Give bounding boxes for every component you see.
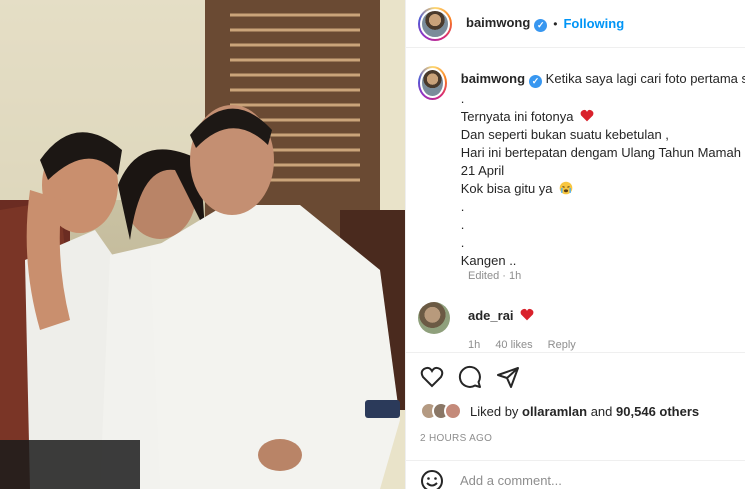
likes-prefix: Liked by <box>470 403 519 419</box>
like-button[interactable] <box>420 366 444 388</box>
post-details-panel: baimwong ✓ • Following baimwong ✓ Ketika s… <box>405 0 745 489</box>
post-photo-art <box>0 0 405 489</box>
following-button[interactable]: Following <box>563 16 624 31</box>
share-button[interactable] <box>496 365 520 389</box>
author-username-text[interactable]: baimwong <box>466 15 530 30</box>
verified-badge-icon: ✓ <box>534 19 548 32</box>
verified-badge-icon: ✓ <box>529 75 543 88</box>
caption-line: 21 April <box>460 163 505 178</box>
post-header: baimwong ✓ • Following <box>406 0 745 48</box>
post-caption: baimwong ✓ Ketika saya lagi cari foto per… <box>418 66 745 270</box>
likes-summary: Liked by ollaramlan and 90,546 others <box>420 402 699 420</box>
caption-first-line: Ketika saya lagi cari foto pertama s <box>545 71 745 86</box>
caption-line: . <box>460 235 465 250</box>
red-heart-emoji <box>580 109 594 122</box>
add-comment-bar: Add a comment... <box>406 460 745 489</box>
commenter-username[interactable]: ade_rai <box>468 308 514 323</box>
comment-time: 1h <box>468 339 481 351</box>
likes-count[interactable]: 90,546 others <box>616 404 699 419</box>
heart-icon <box>420 366 444 387</box>
liker-avatar <box>444 402 462 420</box>
caption-author-avatar[interactable] <box>418 66 447 100</box>
likes-and: and <box>590 403 613 419</box>
emoji-icon[interactable] <box>420 469 444 489</box>
caption-line: Kangen .. <box>460 253 517 268</box>
caption-line: . <box>460 217 465 232</box>
caption-username-text[interactable]: baimwong <box>461 71 525 86</box>
caption-line: Dan seperti bukan suatu kebetulan , <box>460 127 669 142</box>
liker-username[interactable]: ollaramlan <box>522 404 587 419</box>
separator-dot: • <box>553 16 558 31</box>
red-heart-emoji <box>520 308 534 321</box>
author-username[interactable]: baimwong ✓ <box>466 15 548 32</box>
crying-emoji <box>559 181 573 195</box>
author-avatar[interactable] <box>418 6 452 41</box>
comment-item: ade_rai <box>418 302 534 334</box>
caption-username[interactable]: baimwong ✓ <box>461 71 543 88</box>
action-bar <box>406 352 745 400</box>
share-icon <box>497 366 519 388</box>
caption-line: Ternyata ini fotonya <box>460 109 574 124</box>
caption-line: . <box>460 91 465 106</box>
comment-icon <box>458 365 481 388</box>
comment-button[interactable] <box>458 365 482 389</box>
comment-likes[interactable]: 40 likes <box>495 339 532 351</box>
add-comment-input[interactable]: Add a comment... <box>460 473 562 488</box>
caption-line: Hari ini bertepatan dengam Ulang Tahun M… <box>460 145 741 160</box>
post-photo[interactable] <box>0 0 405 489</box>
post-timestamp[interactable]: 2 HOURS AGO <box>420 433 492 444</box>
edited-timestamp: Edited · 1h <box>468 270 522 282</box>
commenter-avatar[interactable] <box>418 302 450 334</box>
caption-line: Kok bisa gitu ya <box>460 181 553 196</box>
reply-button[interactable]: Reply <box>548 339 576 351</box>
comment-meta: 1h 40 likes Reply <box>468 339 588 351</box>
caption-line: . <box>460 199 465 214</box>
